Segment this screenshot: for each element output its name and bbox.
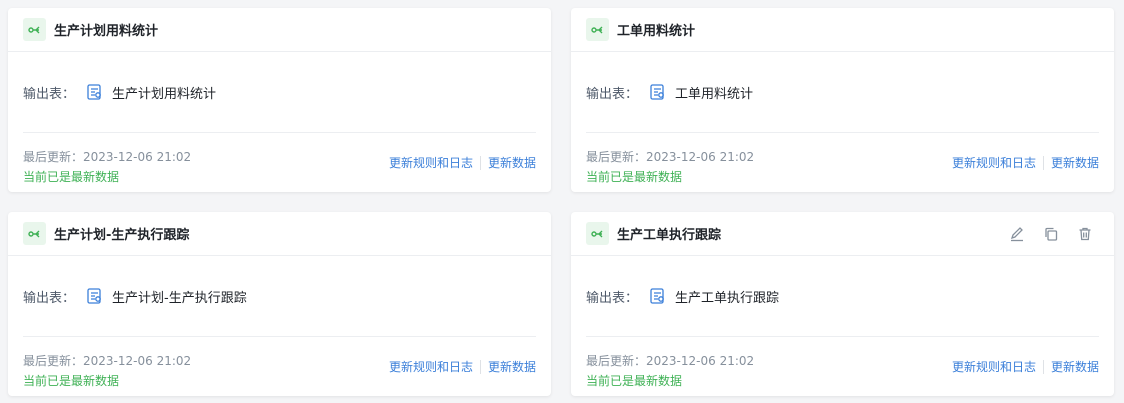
output-label: 输出表： xyxy=(23,290,76,306)
dataflow-card[interactable]: 生产计划用料统计 输出表： 生产计划用料统计 最后更新：2023-12-06 2… xyxy=(8,8,551,192)
card-footer: 最后更新：2023-12-06 21:02 当前已是最新数据 更新规则和日志 更… xyxy=(8,133,551,193)
output-row: 输出表： 生产计划-生产执行跟踪 xyxy=(8,256,551,336)
output-table-link[interactable]: 生产计划-生产执行跟踪 xyxy=(112,287,247,306)
rules-logs-link[interactable]: 更新规则和日志 xyxy=(389,154,473,171)
output-label: 输出表： xyxy=(586,86,639,102)
card-header: 生产工单执行跟踪 xyxy=(571,212,1114,256)
rules-logs-link[interactable]: 更新规则和日志 xyxy=(389,358,473,375)
output-table-link[interactable]: 生产计划用料统计 xyxy=(112,83,216,102)
card-title[interactable]: 工单用料统计 xyxy=(617,20,695,39)
card-header: 生产计划-生产执行跟踪 xyxy=(8,212,551,256)
flow-icon xyxy=(23,222,46,245)
dataflow-card[interactable]: 生产工单执行跟踪 输出表： 生产工单执行跟踪 最后更新：2023-12-06 2… xyxy=(571,212,1114,396)
table-icon xyxy=(650,288,666,304)
output-table-link[interactable]: 生产工单执行跟踪 xyxy=(675,287,779,306)
update-data-link[interactable]: 更新数据 xyxy=(1051,358,1099,375)
link-divider xyxy=(1042,359,1044,374)
card-actions xyxy=(1008,212,1094,256)
copy-icon[interactable] xyxy=(1042,225,1060,243)
table-icon xyxy=(650,84,666,100)
update-data-link[interactable]: 更新数据 xyxy=(1051,154,1099,171)
output-label: 输出表： xyxy=(23,86,76,102)
table-icon xyxy=(87,288,103,304)
output-label: 输出表： xyxy=(586,290,639,306)
rules-logs-link[interactable]: 更新规则和日志 xyxy=(952,358,1036,375)
link-divider xyxy=(1042,155,1044,170)
link-divider xyxy=(479,155,481,170)
update-data-link[interactable]: 更新数据 xyxy=(488,154,536,171)
flow-icon xyxy=(586,18,609,41)
output-table-link[interactable]: 工单用料统计 xyxy=(675,83,753,102)
dataflow-card[interactable]: 工单用料统计 输出表： 工单用料统计 最后更新：2023-12-06 21:02… xyxy=(571,8,1114,192)
edit-icon[interactable] xyxy=(1008,225,1026,243)
dataflow-card[interactable]: 生产计划-生产执行跟踪 输出表： 生产计划-生产执行跟踪 最后更新：2023-1… xyxy=(8,212,551,396)
card-title[interactable]: 生产计划-生产执行跟踪 xyxy=(54,224,189,243)
link-divider xyxy=(479,359,481,374)
card-title[interactable]: 生产工单执行跟踪 xyxy=(617,224,721,243)
output-row: 输出表： 生产工单执行跟踪 xyxy=(571,256,1114,336)
card-footer: 最后更新：2023-12-06 21:02 当前已是最新数据 更新规则和日志 更… xyxy=(571,337,1114,397)
flow-icon xyxy=(23,18,46,41)
card-footer: 最后更新：2023-12-06 21:02 当前已是最新数据 更新规则和日志 更… xyxy=(571,133,1114,193)
output-row: 输出表： 工单用料统计 xyxy=(571,52,1114,132)
flow-icon xyxy=(586,222,609,245)
card-footer: 最后更新：2023-12-06 21:02 当前已是最新数据 更新规则和日志 更… xyxy=(8,337,551,397)
card-title[interactable]: 生产计划用料统计 xyxy=(54,20,158,39)
card-header: 工单用料统计 xyxy=(571,8,1114,52)
rules-logs-link[interactable]: 更新规则和日志 xyxy=(952,154,1036,171)
table-icon xyxy=(87,84,103,100)
update-data-link[interactable]: 更新数据 xyxy=(488,358,536,375)
card-header: 生产计划用料统计 xyxy=(8,8,551,52)
delete-icon[interactable] xyxy=(1076,225,1094,243)
output-row: 输出表： 生产计划用料统计 xyxy=(8,52,551,132)
